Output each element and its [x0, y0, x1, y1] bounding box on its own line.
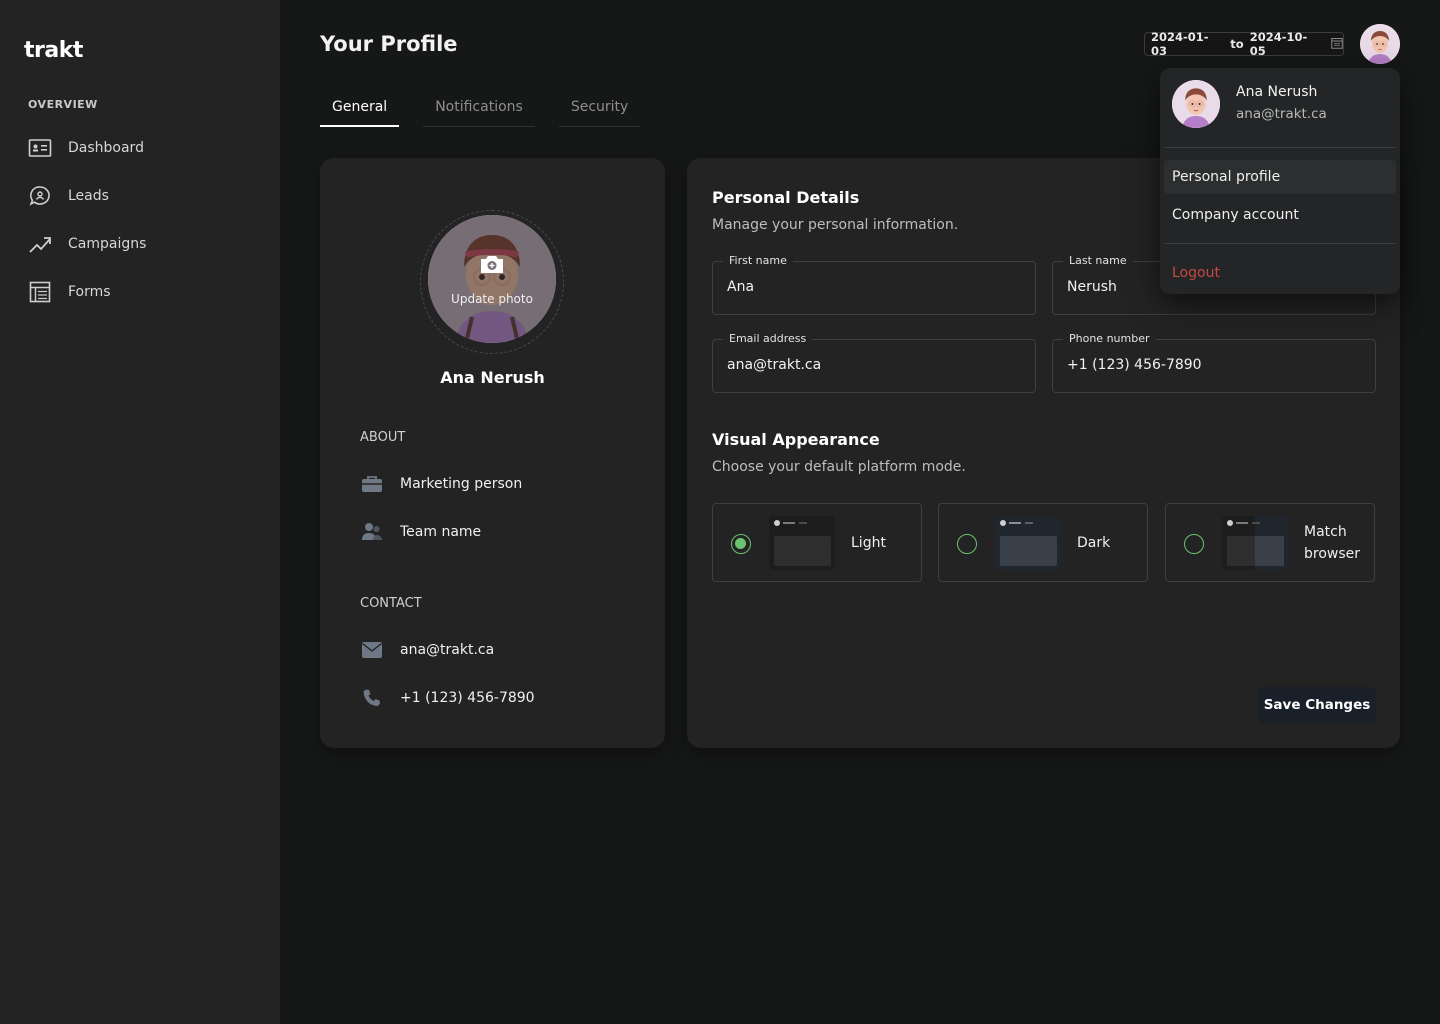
email-label: Email address [723, 332, 813, 345]
sidebar-item-label: Dashboard [68, 140, 144, 156]
app-logo[interactable]: trakt [24, 38, 83, 63]
tab-general[interactable]: General [320, 88, 400, 127]
calendar-icon [1331, 37, 1343, 52]
about-text: Team name [400, 524, 482, 540]
contact-heading: CONTACT [360, 596, 422, 611]
about-item-role: Marketing person [360, 472, 522, 496]
personal-details-subtitle: Manage your personal information. [712, 217, 959, 233]
dropdown-user-email: ana@trakt.ca [1236, 106, 1327, 122]
dashboard-icon [28, 136, 52, 160]
menu-item-personal-profile[interactable]: Personal profile [1164, 160, 1396, 194]
avatar-image [1172, 80, 1220, 128]
save-changes-button[interactable]: Save Changes [1258, 687, 1376, 723]
sidebar-item-leads[interactable]: Leads [28, 180, 258, 212]
date-from: 2024-01-03 [1151, 30, 1209, 58]
avatar-image [1360, 24, 1400, 64]
visual-appearance-subtitle: Choose your default platform mode. [712, 459, 966, 475]
visual-appearance-title: Visual Appearance [712, 430, 880, 449]
dropdown-user-name: Ana Nerush [1236, 84, 1318, 100]
sidebar-item-label: Forms [68, 284, 111, 300]
photo-overlay [428, 215, 556, 343]
email-field[interactable]: Email address [712, 332, 1036, 393]
sidebar-item-dashboard[interactable]: Dashboard [28, 132, 258, 164]
user-avatar-button[interactable] [1360, 24, 1400, 64]
mode-option-light[interactable]: Light [712, 503, 922, 582]
sidebar-item-forms[interactable]: Forms [28, 276, 258, 308]
personal-details-title: Personal Details [712, 188, 860, 207]
first-name-input[interactable] [727, 279, 1017, 295]
campaigns-icon [28, 232, 52, 256]
leads-icon [28, 184, 52, 208]
light-mode-preview-icon [769, 516, 835, 570]
profile-name: Ana Nerush [440, 368, 545, 387]
nav-section-title: OVERVIEW [28, 98, 98, 111]
first-name-field[interactable]: First name [712, 254, 1036, 315]
last-name-label: Last name [1063, 254, 1133, 267]
date-to: 2024-10-05 [1249, 30, 1308, 58]
camera-icon [479, 253, 505, 279]
sidebar-item-label: Campaigns [68, 236, 147, 252]
radio-dark[interactable] [957, 534, 977, 554]
dark-mode-preview-icon [995, 516, 1061, 570]
email-input[interactable] [727, 357, 1017, 373]
contact-item-phone: +1 (123) 456-7890 [360, 686, 535, 710]
contact-item-email: ana@trakt.ca [360, 638, 494, 662]
menu-item-company-account[interactable]: Company account [1164, 198, 1396, 232]
first-name-label: First name [723, 254, 793, 267]
date-to-label: to [1230, 37, 1244, 51]
profile-summary-card: Update photo Ana Nerush ABOUT Marketing … [320, 158, 665, 748]
profile-tabs: General Notifications Security [320, 88, 664, 128]
about-item-team: Team name [360, 520, 481, 544]
tab-security[interactable]: Security [558, 88, 641, 127]
contact-text: ana@trakt.ca [400, 642, 495, 658]
briefcase-icon [360, 472, 384, 496]
date-range-picker[interactable]: 2024-01-03 to 2024-10-05 [1144, 30, 1344, 58]
sidebar: trakt OVERVIEW Dashboard Leads Campaigns… [0, 0, 280, 1024]
phone-input[interactable] [1067, 357, 1357, 373]
tab-notifications[interactable]: Notifications [423, 88, 535, 127]
mode-option-match-browser[interactable]: Match browser [1165, 503, 1375, 582]
page-title: Your Profile [320, 32, 458, 56]
radio-match-browser[interactable] [1184, 534, 1204, 554]
about-heading: ABOUT [360, 430, 406, 445]
match-browser-preview-icon [1222, 516, 1288, 570]
menu-item-logout[interactable]: Logout [1164, 256, 1396, 290]
phone-icon [360, 686, 384, 710]
phone-label: Phone number [1063, 332, 1156, 345]
update-photo-label: Update photo [451, 292, 533, 306]
dropdown-divider [1164, 243, 1396, 244]
mode-label-line2: browser [1304, 546, 1361, 562]
team-icon [360, 520, 384, 544]
mail-icon [360, 638, 384, 662]
mode-label: Dark [1077, 535, 1111, 551]
phone-field[interactable]: Phone number [1052, 332, 1376, 393]
forms-icon [28, 280, 52, 304]
sidebar-item-campaigns[interactable]: Campaigns [28, 228, 258, 260]
mode-label: Light [851, 535, 886, 551]
radio-light[interactable] [731, 534, 751, 554]
dropdown-avatar [1172, 80, 1220, 128]
contact-text: +1 (123) 456-7890 [400, 690, 535, 706]
user-dropdown-menu: Ana Nerush ana@trakt.ca Personal profile… [1160, 68, 1400, 294]
dropdown-divider [1164, 147, 1396, 148]
mode-label-line1: Match [1304, 524, 1347, 540]
profile-photo-upload[interactable]: Update photo [428, 215, 556, 343]
about-text: Marketing person [400, 476, 523, 492]
mode-option-dark[interactable]: Dark [938, 503, 1148, 582]
sidebar-item-label: Leads [68, 188, 109, 204]
